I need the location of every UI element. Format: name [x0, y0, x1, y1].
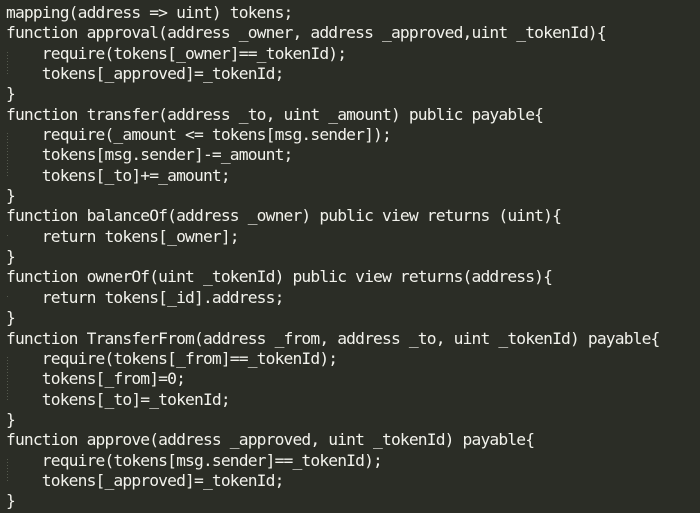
code-line[interactable]: tokens[_approved]=_tokenId; [0, 470, 700, 491]
code-content[interactable]: mapping(address => uint) tokens; function… [0, 0, 700, 512]
code-line[interactable]: function approve(address _approved, uint… [0, 430, 700, 450]
code-line[interactable]: return tokens[_owner]; [0, 227, 700, 247]
code-line[interactable]: tokens[_to]=_tokenId; [0, 389, 700, 410]
code-line[interactable]: function balanceOf(address _owner) publi… [0, 206, 700, 226]
code-line[interactable]: } [0, 186, 700, 206]
code-line[interactable]: require(_amount <= tokens[msg.sender]); [0, 125, 700, 146]
code-line[interactable]: function ownerOf(uint _tokenId) public v… [0, 267, 700, 287]
code-line[interactable]: return tokens[_id].address; [0, 288, 700, 308]
code-editor[interactable]: mapping(address => uint) tokens; function… [0, 0, 700, 513]
code-line[interactable]: function TransferFrom(address _from, add… [0, 329, 700, 349]
code-line[interactable]: tokens[_from]=0; [0, 369, 700, 390]
code-line[interactable]: } [0, 410, 700, 430]
code-line[interactable]: tokens[_approved]=_tokenId; [0, 64, 700, 84]
code-line[interactable]: } [0, 308, 700, 328]
code-line[interactable]: require(tokens[msg.sender]==_tokenId); [0, 451, 700, 472]
code-line[interactable]: mapping(address => uint) tokens; [0, 3, 700, 23]
code-line[interactable]: require(tokens[_from]==_tokenId); [0, 349, 700, 370]
code-line[interactable]: tokens[_to]+=_amount; [0, 165, 700, 186]
code-line[interactable]: tokens[msg.sender]-=_amount; [0, 145, 700, 167]
code-line[interactable]: require(tokens[_owner]==_tokenId); [0, 44, 700, 65]
code-line[interactable]: } [0, 84, 700, 104]
code-line[interactable]: function transfer(address _to, uint _amo… [0, 105, 700, 125]
code-line[interactable]: } [0, 491, 700, 511]
code-line[interactable]: } [0, 247, 700, 267]
code-line[interactable]: function approval(address _owner, addres… [0, 23, 700, 43]
